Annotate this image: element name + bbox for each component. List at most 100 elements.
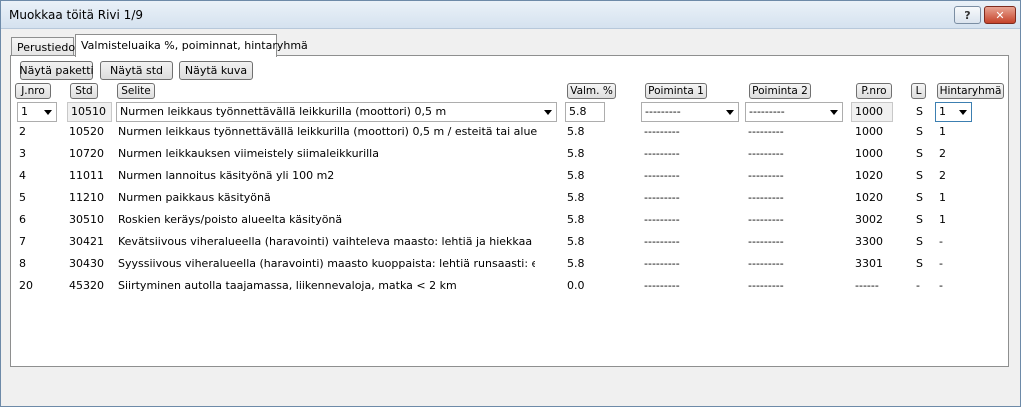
pnro-cell: 1020: [855, 169, 883, 182]
std-cell: 30430: [69, 257, 104, 270]
hintaryhma-cell: 2: [939, 147, 946, 160]
show-image-button[interactable]: Näytä kuva: [179, 61, 253, 80]
l-cell: -: [916, 279, 920, 292]
poiminta-1-select[interactable]: ---------: [641, 102, 739, 122]
poiminta-1-cell: ---------: [644, 257, 680, 270]
column-header-jnro[interactable]: J.nro: [15, 83, 51, 99]
jnro-cell: 5: [19, 191, 26, 204]
valm-cell: 5.8: [567, 125, 585, 138]
pnro-cell: 3301: [855, 257, 883, 270]
valm-cell: 5.8: [567, 257, 585, 270]
poiminta-1-cell: ---------: [644, 191, 680, 204]
close-icon: ✕: [995, 8, 1005, 22]
hintaryhma-cell: 1: [939, 125, 946, 138]
valm-input[interactable]: 5.8: [565, 102, 605, 122]
column-header-l[interactable]: L: [911, 83, 926, 99]
column-header-valm[interactable]: Valm. %: [567, 83, 616, 99]
hintaryhma-cell: -: [939, 235, 943, 248]
title-bar: Muokkaa töitä Rivi 1/9 ? ✕: [1, 1, 1020, 29]
show-std-button[interactable]: Näytä std: [100, 61, 173, 80]
pnro-cell: 1000: [855, 147, 883, 160]
valm-cell: 5.8: [567, 147, 585, 160]
column-header-pnro[interactable]: P.nro: [856, 83, 892, 99]
poiminta-1-cell: ---------: [644, 147, 680, 160]
std-field: 10510: [67, 102, 112, 122]
l-cell: S: [916, 257, 923, 270]
column-header-std[interactable]: Std: [70, 83, 98, 99]
std-cell: 11011: [69, 169, 104, 182]
hintaryhma-cell: -: [939, 279, 943, 292]
edit-jobs-window: Muokkaa töitä Rivi 1/9 ? ✕ Perustiedot V…: [0, 0, 1021, 407]
l-cell: S: [916, 147, 923, 160]
valm-cell: 5.8: [567, 191, 585, 204]
valm-cell: 5.8: [567, 213, 585, 226]
chevron-down-icon: [959, 110, 967, 115]
l-cell: S: [916, 125, 923, 138]
chevron-down-icon: [544, 110, 552, 115]
jnro-cell: 3: [19, 147, 26, 160]
valm-cell: 5.8: [567, 235, 585, 248]
tab-panel: Näytä paketti Näytä std Näytä kuva J.nro…: [10, 55, 1009, 367]
poiminta-1-cell: ---------: [644, 213, 680, 226]
hintaryhma-select[interactable]: 1: [935, 102, 972, 122]
jnro-cell: 20: [19, 279, 33, 292]
jnro-cell: 6: [19, 213, 26, 226]
hintaryhma-cell: 1: [939, 191, 946, 204]
hintaryhma-cell: 1: [939, 213, 946, 226]
poiminta-2-cell: ---------: [748, 125, 784, 138]
pnro-cell: 3002: [855, 213, 883, 226]
tab-basic-info[interactable]: Perustiedot: [11, 37, 79, 56]
poiminta-2-select[interactable]: ---------: [745, 102, 843, 122]
jnro-select[interactable]: 1: [17, 102, 57, 122]
l-cell: S: [916, 169, 923, 182]
std-cell: 30421: [69, 235, 104, 248]
tab-preparation-picks-pricegroup[interactable]: Valmisteluaika %, poiminnat, hintaryhmä: [75, 34, 308, 57]
selite-cell: Siirtyminen autolla taajamassa, liikenne…: [118, 279, 457, 292]
poiminta-2-cell: ---------: [748, 279, 784, 292]
poiminta-1-cell: ---------: [644, 125, 680, 138]
jnro-cell: 8: [19, 257, 26, 270]
poiminta-1-cell: ---------: [644, 279, 680, 292]
std-cell: 10720: [69, 147, 104, 160]
poiminta-2-cell: ---------: [748, 213, 784, 226]
jnro-cell: 7: [19, 235, 26, 248]
poiminta-2-cell: ---------: [748, 147, 784, 160]
close-button[interactable]: ✕: [984, 6, 1016, 24]
poiminta-2-cell: ---------: [748, 191, 784, 204]
selite-cell: Syyssiivous viheralueella (haravointi) m…: [118, 257, 535, 270]
hintaryhma-cell: -: [939, 257, 943, 270]
selite-select[interactable]: Nurmen leikkaus työnnettävällä leikkuril…: [116, 102, 557, 122]
std-cell: 10520: [69, 125, 104, 138]
l-cell: S: [916, 191, 923, 204]
pnro-cell: ------: [855, 279, 879, 292]
l-value: S: [916, 105, 923, 118]
column-header-hintaryhma[interactable]: Hintaryhmä: [937, 83, 1004, 99]
valm-cell: 0.0: [567, 279, 585, 292]
chevron-down-icon: [726, 110, 734, 115]
selite-cell: Nurmen paikkaus käsityönä: [118, 191, 271, 204]
column-header-poiminta-1[interactable]: Poiminta 1: [645, 83, 707, 99]
poiminta-2-cell: ---------: [748, 257, 784, 270]
help-button[interactable]: ?: [954, 6, 981, 24]
column-header-selite[interactable]: Selite: [117, 83, 155, 99]
jnro-cell: 4: [19, 169, 26, 182]
poiminta-1-cell: ---------: [644, 235, 680, 248]
l-cell: S: [916, 213, 923, 226]
std-cell: 45320: [69, 279, 104, 292]
column-header-poiminta-2[interactable]: Poiminta 2: [749, 83, 811, 99]
pnro-cell: 1020: [855, 191, 883, 204]
show-package-button[interactable]: Näytä paketti: [19, 61, 94, 80]
poiminta-1-cell: ---------: [644, 169, 680, 182]
chevron-down-icon: [44, 110, 52, 115]
std-cell: 30510: [69, 213, 104, 226]
selite-cell: Nurmen leikkaus työnnettävällä leikkuril…: [118, 125, 538, 138]
valm-cell: 5.8: [567, 169, 585, 182]
pnro-cell: 1000: [855, 125, 883, 138]
std-cell: 11210: [69, 191, 104, 204]
l-cell: S: [916, 235, 923, 248]
hintaryhma-cell: 2: [939, 169, 946, 182]
window-title: Muokkaa töitä Rivi 1/9: [9, 8, 143, 22]
poiminta-2-cell: ---------: [748, 235, 784, 248]
selite-cell: Nurmen lannoitus käsityönä yli 100 m2: [118, 169, 335, 182]
help-icon: ?: [964, 8, 971, 22]
